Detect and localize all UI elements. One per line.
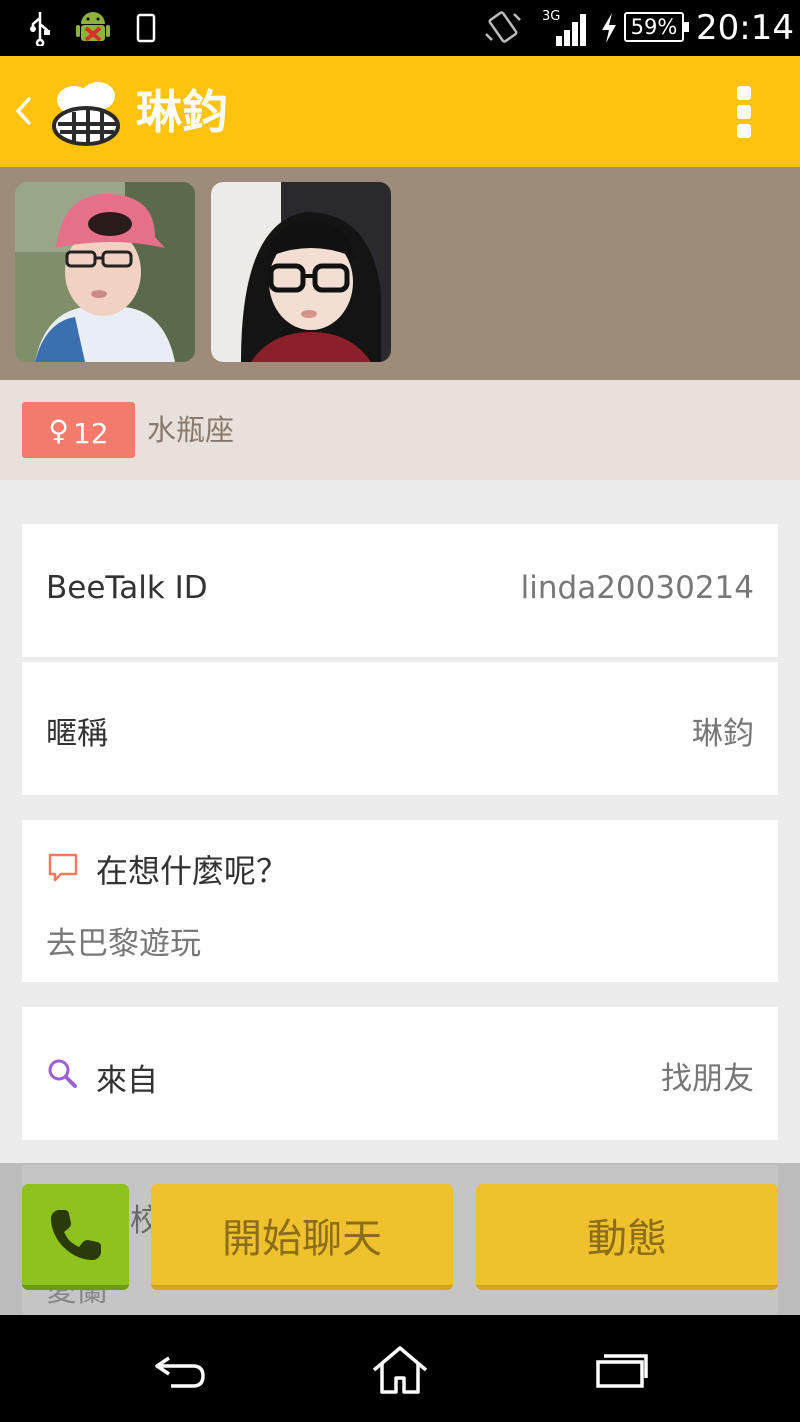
chevron-left-icon	[15, 97, 31, 125]
phone-icon	[132, 8, 160, 48]
source-row: 來自 找朋友	[22, 1007, 778, 1140]
usb-icon	[24, 8, 56, 48]
moments-button[interactable]: 動態	[476, 1184, 778, 1290]
call-button[interactable]	[22, 1184, 129, 1290]
nickname-row[interactable]: 暱稱 琳鈞	[22, 662, 778, 795]
beetalk-id-value: linda20030214	[520, 570, 754, 606]
clock: 20:14	[696, 8, 794, 48]
signal-icon: 3G	[542, 8, 590, 48]
start-chat-button[interactable]: 開始聊天	[151, 1184, 453, 1290]
nickname-value: 琳鈞	[692, 716, 754, 752]
phone-call-icon	[50, 1209, 101, 1260]
vibrate-icon	[482, 8, 524, 48]
battery-level: 59%	[624, 12, 689, 42]
page-title: 琳鈞	[136, 85, 228, 139]
beetalk-id-label: BeeTalk ID	[46, 570, 208, 606]
app-bar: 琳鈞	[0, 56, 800, 167]
source-value: 找朋友	[661, 1061, 754, 1097]
menu-dot	[737, 105, 751, 119]
nav-home-button[interactable]	[355, 1335, 445, 1405]
menu-dot	[737, 86, 751, 100]
gender-age-badge: ♀ 12	[22, 402, 135, 458]
zodiac-sign: 水瓶座	[147, 413, 235, 447]
beetalk-id-row[interactable]: BeeTalk ID linda20030214	[22, 524, 778, 657]
start-chat-label: 開始聊天	[222, 1215, 382, 1262]
status-bar: 3G 59% 20:14	[0, 0, 800, 56]
profile-info-bar: ♀ 12 水瓶座	[0, 380, 800, 480]
system-nav-bar	[0, 1315, 800, 1422]
status-label: 在想什麼呢？	[96, 852, 289, 890]
beetalk-logo	[48, 74, 124, 150]
recents-icon	[596, 1354, 648, 1388]
back-button[interactable]	[8, 86, 38, 136]
android-debug-icon	[72, 8, 114, 48]
charging-icon	[597, 8, 621, 48]
overflow-menu-button[interactable]	[720, 80, 768, 144]
nav-recents-button[interactable]	[577, 1335, 667, 1405]
moments-label: 動態	[587, 1215, 667, 1262]
nickname-label: 暱稱	[46, 716, 108, 752]
speech-bubble-icon	[46, 850, 80, 884]
source-label: 來自	[96, 1063, 158, 1099]
back-arrow-icon	[155, 1356, 205, 1388]
home-icon	[372, 1346, 428, 1394]
photo-gallery	[0, 167, 800, 380]
profile-photo-1[interactable]	[15, 182, 195, 362]
search-icon	[46, 1057, 78, 1089]
status-card: 在想什麼呢？ 去巴黎遊玩	[22, 820, 778, 982]
menu-dot	[737, 124, 751, 138]
status-text: 去巴黎遊玩	[46, 926, 201, 962]
nav-back-button[interactable]	[134, 1335, 224, 1405]
network-type: 3G	[542, 9, 560, 24]
female-icon: ♀	[48, 413, 69, 447]
profile-photo-2[interactable]	[211, 182, 391, 362]
age-value: 12	[72, 416, 109, 450]
